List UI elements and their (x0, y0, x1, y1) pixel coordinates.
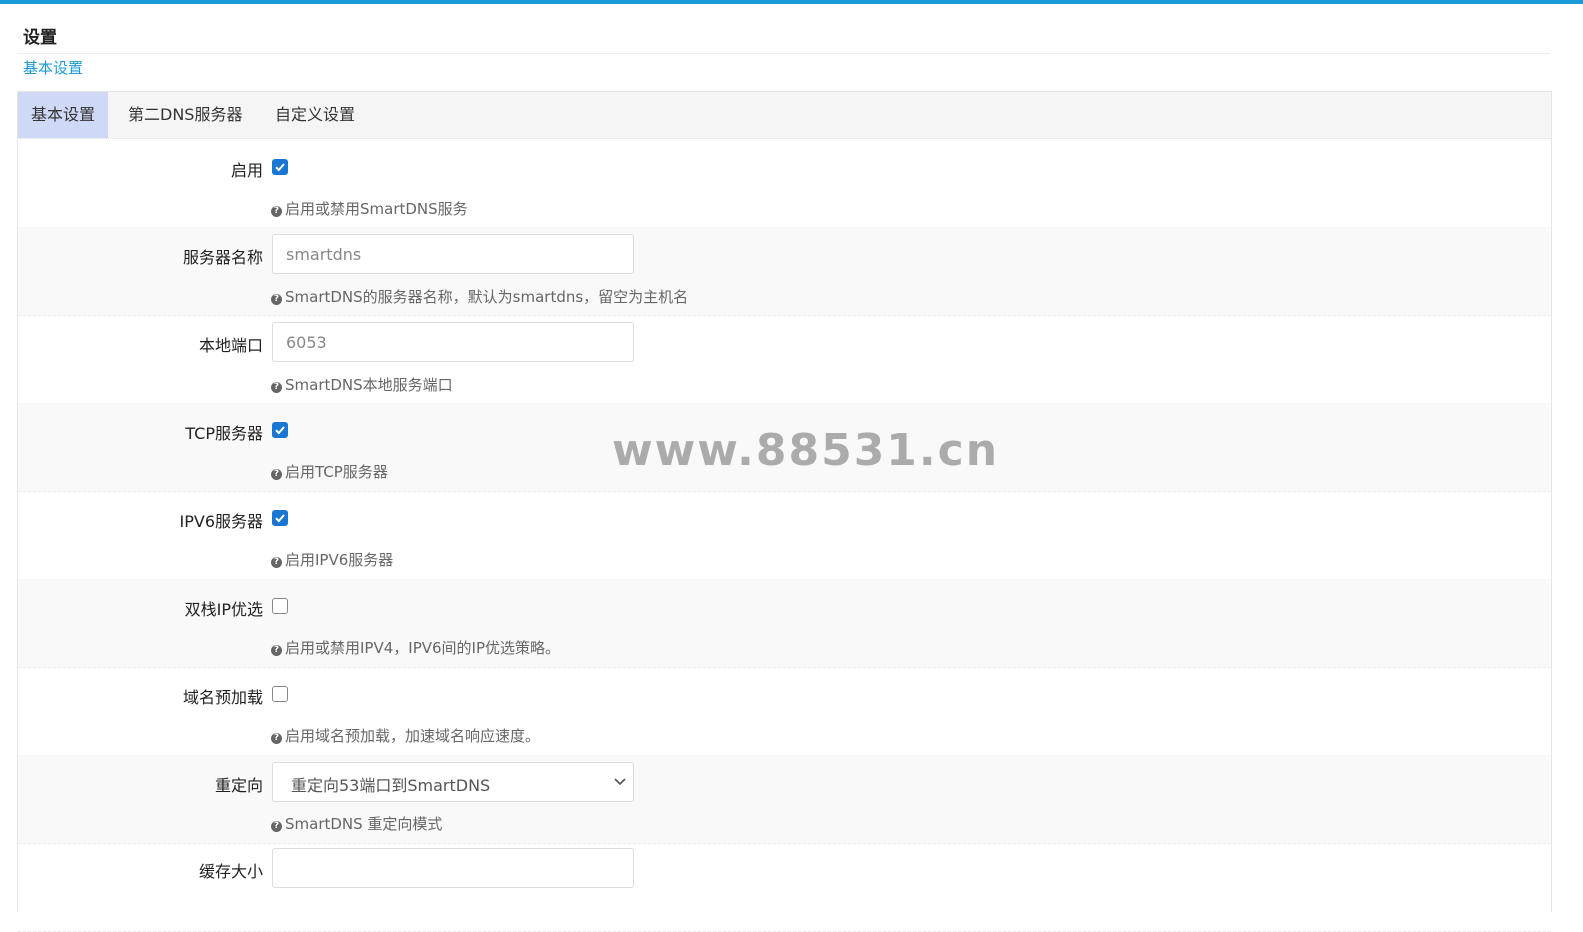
redirect-select[interactable]: 重定向53端口到SmartDNS (272, 762, 634, 802)
check-icon (275, 163, 285, 172)
help-icon: ? (271, 294, 282, 305)
tcp-server-checkbox[interactable] (272, 422, 288, 438)
help-icon: ? (271, 469, 282, 480)
help-icon: ? (271, 557, 282, 568)
prefetch-label: 域名预加载 (182, 688, 263, 707)
server-name-row: 服务器名称 ?SmartDNS的服务器名称，默认为smartdns，留空为主机名 (18, 227, 1551, 316)
local-port-label: 本地端口 (198, 336, 263, 355)
tab-custom-settings[interactable]: 自定义设置 (275, 92, 355, 138)
help-icon: ? (271, 733, 282, 744)
check-icon (275, 514, 285, 523)
watermark-text: www.88531.cn (612, 425, 1000, 476)
tab-secondary-dns[interactable]: 第二DNS服务器 (128, 92, 242, 138)
ipv6-server-label: IPV6服务器 (179, 512, 264, 531)
tab-bar: 基本设置 第二DNS服务器 自定义设置 (18, 92, 1551, 139)
local-port-row: 本地端口 ?SmartDNS本地服务端口 (18, 315, 1551, 404)
help-icon: ? (271, 382, 282, 393)
cache-size-input[interactable] (272, 848, 634, 888)
local-port-help: ? SmartDNS本地服务端口 (271, 374, 453, 395)
local-port-input[interactable] (272, 322, 634, 362)
enable-label: 启用 (230, 161, 263, 180)
page-title: 设置 (23, 28, 57, 48)
server-name-label: 服务器名称 (182, 248, 263, 267)
tcp-server-label: TCP服务器 (185, 424, 263, 443)
dualstack-label: 双栈IP优选 (184, 600, 263, 619)
enable-help: ? 启用或禁用SmartDNS服务 (271, 198, 468, 219)
redirect-help: ? SmartDNS 重定向模式 (271, 813, 442, 834)
help-icon: ? (271, 645, 282, 656)
top-accent-bar (0, 0, 1583, 4)
enable-checkbox[interactable] (272, 159, 288, 175)
redirect-row: 重定向 重定向53端口到SmartDNS ? SmartDNS 重定向模式 (18, 755, 1551, 844)
check-icon (275, 426, 285, 435)
ipv6-server-row: IPV6服务器 ? 启用IPV6服务器 (18, 491, 1551, 580)
prefetch-checkbox[interactable] (272, 686, 288, 702)
dualstack-checkbox[interactable] (272, 598, 288, 614)
redirect-label: 重定向 (214, 776, 263, 795)
dualstack-help: ? 启用或禁用IPV4，IPV6间的IP优选策略。 (271, 637, 560, 658)
tcp-server-help: ? 启用TCP服务器 (271, 461, 388, 482)
prefetch-row: 域名预加载 ? 启用域名预加载，加速域名响应速度。 (18, 667, 1551, 756)
title-divider (17, 53, 1550, 54)
tab-basic-settings[interactable]: 基本设置 (18, 92, 109, 138)
settings-panel: 基本设置 第二DNS服务器 自定义设置 启用 ? 启用或禁用SmartDNS服务 … (17, 91, 1552, 932)
server-name-help: ? SmartDNS的服务器名称，默认为smartdns，留空为主机名 (271, 286, 688, 307)
dualstack-row: 双栈IP优选 ? 启用或禁用IPV4，IPV6间的IP优选策略。 (18, 579, 1551, 668)
help-icon: ? (271, 206, 282, 217)
server-name-input[interactable] (272, 234, 634, 274)
prefetch-help: ? 启用域名预加载，加速域名响应速度。 (271, 725, 540, 746)
ipv6-server-checkbox[interactable] (272, 510, 288, 526)
ipv6-server-help: ? 启用IPV6服务器 (271, 549, 393, 570)
cache-size-row: 缓存大小 (18, 843, 1551, 932)
cache-size-label: 缓存大小 (198, 862, 263, 881)
help-icon: ? (271, 821, 282, 832)
chevron-down-icon (614, 778, 626, 786)
redirect-selected-value: 重定向53端口到SmartDNS (291, 776, 491, 795)
enable-row: 启用 ? 启用或禁用SmartDNS服务 (18, 139, 1551, 228)
section-subtitle: 基本设置 (23, 59, 84, 77)
